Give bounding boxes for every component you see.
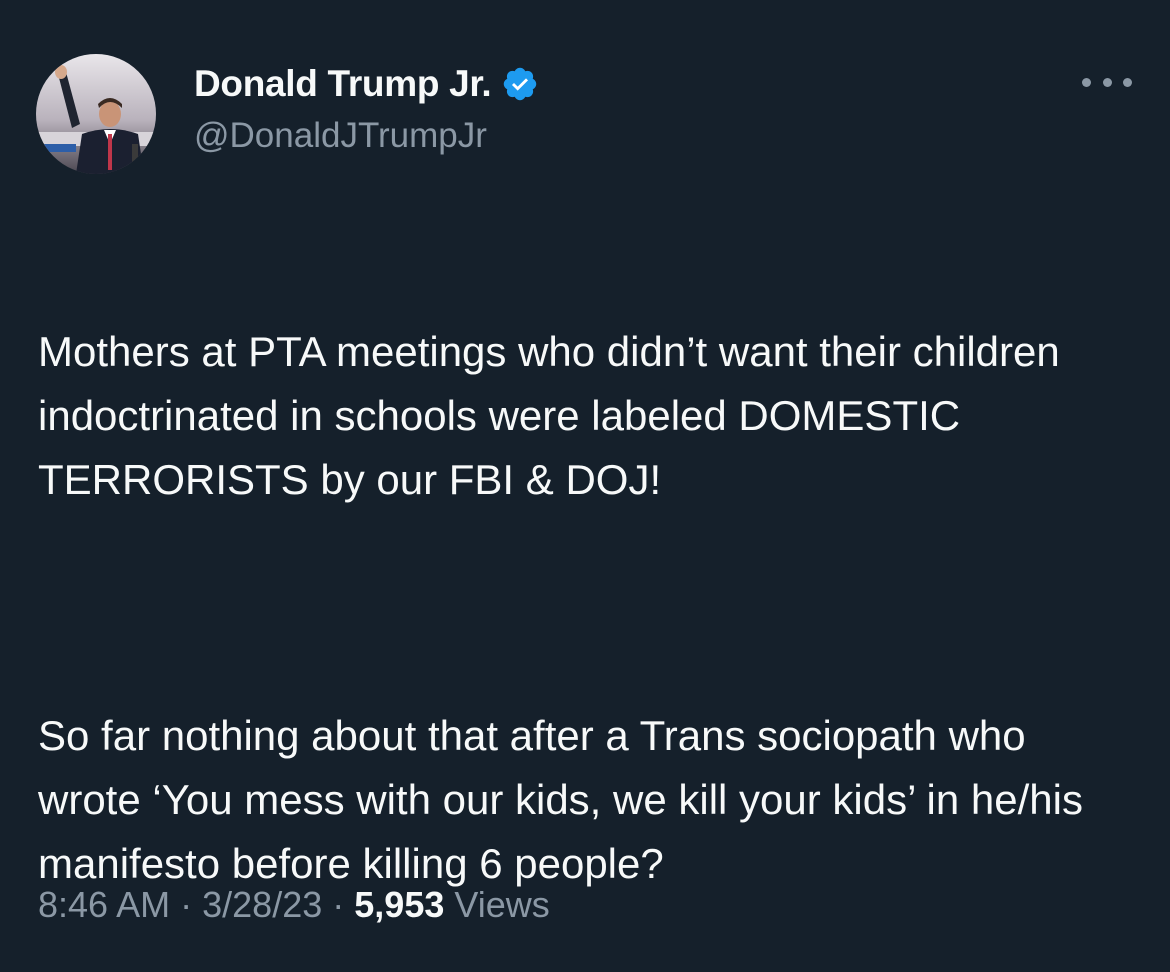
meta-separator: · xyxy=(332,884,345,925)
more-dot xyxy=(1082,77,1091,87)
tweet-card: Donald Trump Jr. @DonaldJTrumpJr Mothers… xyxy=(0,0,1170,972)
more-dot xyxy=(1102,77,1112,87)
verified-badge-icon[interactable] xyxy=(501,65,539,103)
tweet-date[interactable]: 3/28/23 xyxy=(202,884,322,925)
tweet-paragraph-1: Mothers at PTA meetings who didn’t want … xyxy=(38,328,1060,503)
tweet-meta: 8:46 AM · 3/28/23 · 5,953 Views xyxy=(38,884,550,926)
views-label: Views xyxy=(454,884,550,925)
author-display-name[interactable]: Donald Trump Jr. xyxy=(194,63,492,105)
author-name-row: Donald Trump Jr. xyxy=(194,62,539,106)
meta-separator: · xyxy=(180,884,193,925)
avatar-photo-icon xyxy=(36,54,156,174)
author-handle[interactable]: @DonaldJTrumpJr xyxy=(194,116,487,156)
more-dot xyxy=(1123,77,1132,87)
tweet-text: Mothers at PTA meetings who didn’t want … xyxy=(38,256,1138,960)
tweet-time[interactable]: 8:46 AM xyxy=(38,884,170,925)
tweet-paragraph-2: So far nothing about that after a Trans … xyxy=(38,712,1083,887)
more-horizontal-icon[interactable] xyxy=(1082,62,1132,102)
author-avatar[interactable] xyxy=(36,54,156,174)
views-count: 5,953 xyxy=(354,884,445,925)
